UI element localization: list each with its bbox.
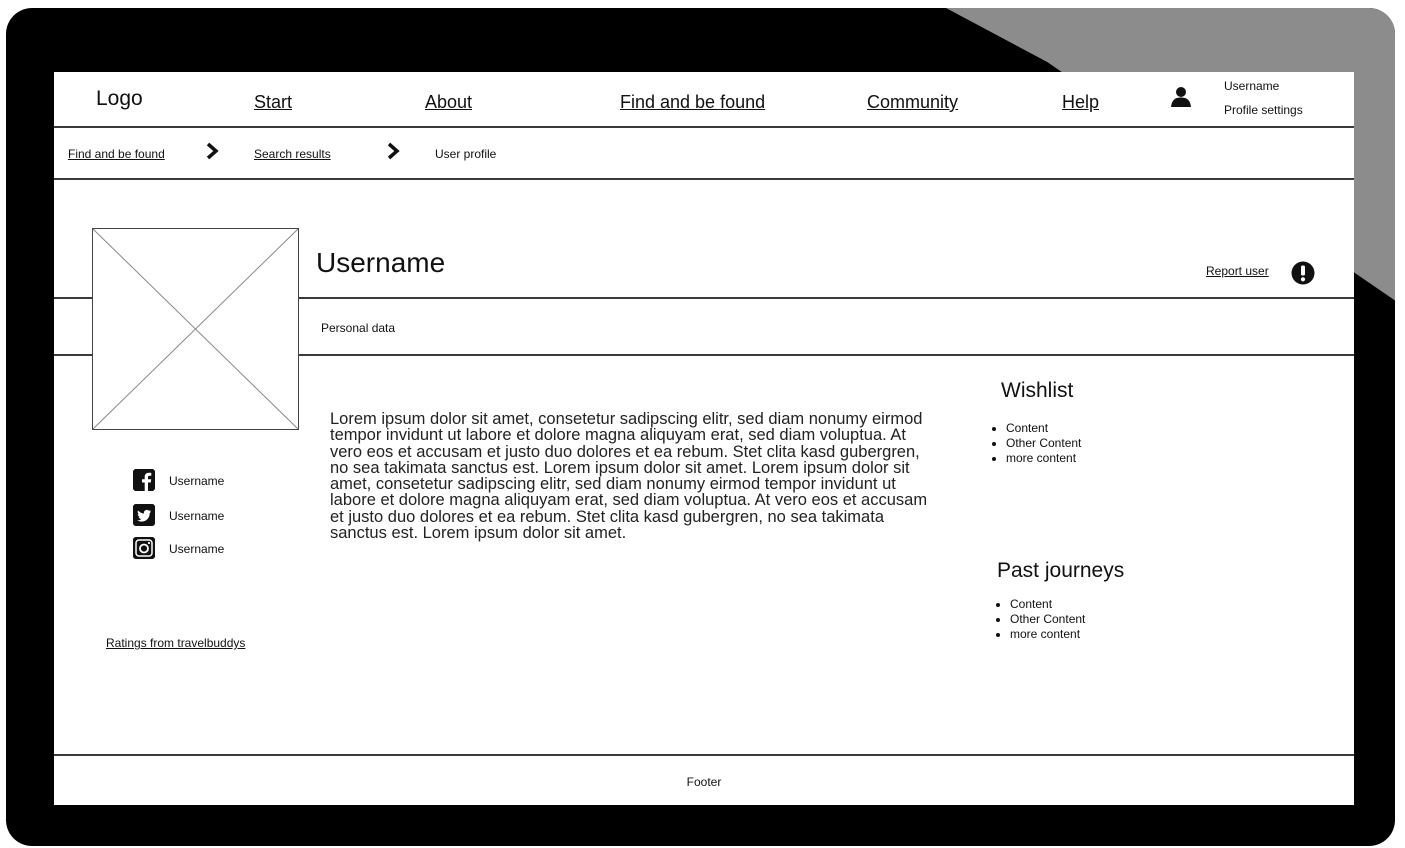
chevron-right-icon xyxy=(206,142,219,160)
nav-start[interactable]: Start xyxy=(254,92,292,113)
nav-find-and-be-found[interactable]: Find and be found xyxy=(620,92,765,113)
breadcrumb-find-and-be-found[interactable]: Find and be found xyxy=(68,147,165,161)
profile-settings-link[interactable]: Profile settings xyxy=(1224,103,1303,117)
header-divider xyxy=(54,126,1354,128)
list-item: Content xyxy=(1010,597,1085,612)
wishlist-heading: Wishlist xyxy=(1001,379,1074,402)
ratings-link[interactable]: Ratings from travelbuddys xyxy=(106,636,245,650)
user-icon[interactable] xyxy=(1170,86,1192,108)
facebook-username: Username xyxy=(169,474,225,488)
profile-bio-text: Lorem ipsum dolor sit amet, consetetur s… xyxy=(330,410,928,543)
profile-username-heading: Username xyxy=(316,247,446,278)
report-user-link[interactable]: Report user xyxy=(1206,264,1269,278)
avatar xyxy=(92,228,299,430)
nav-help[interactable]: Help xyxy=(1062,92,1099,113)
twitter-icon[interactable] xyxy=(133,504,155,526)
list-item: Content xyxy=(1006,421,1081,436)
breadcrumb-search-results[interactable]: Search results xyxy=(254,147,331,161)
image-placeholder-icon xyxy=(92,228,299,430)
footer-divider xyxy=(54,754,1354,756)
list-item: more content xyxy=(1010,627,1085,642)
footer: Footer xyxy=(686,775,722,789)
personal-data-label: Personal data xyxy=(321,321,396,335)
header-username[interactable]: Username xyxy=(1224,79,1279,93)
list-item: more content xyxy=(1006,451,1081,466)
past-journeys-heading: Past journeys xyxy=(997,559,1125,582)
logo: Logo xyxy=(96,87,143,110)
chevron-right-icon xyxy=(387,142,400,160)
list-item: Other Content xyxy=(1010,612,1085,627)
instagram-icon[interactable] xyxy=(133,537,155,559)
breadcrumb-current: User profile xyxy=(435,147,497,161)
nav-community[interactable]: Community xyxy=(867,92,958,113)
wishlist-list: Content Other Content more content xyxy=(992,421,1081,466)
twitter-username: Username xyxy=(169,509,225,523)
wireframe-screen: Logo Start About Find and be found Commu… xyxy=(54,72,1354,805)
facebook-icon[interactable] xyxy=(133,469,155,491)
alert-icon[interactable] xyxy=(1291,261,1315,285)
nav-about[interactable]: About xyxy=(425,92,472,113)
list-item: Other Content xyxy=(1006,436,1081,451)
past-journeys-list: Content Other Content more content xyxy=(996,597,1085,642)
breadcrumb-divider xyxy=(54,178,1354,180)
tablet-frame: Logo Start About Find and be found Commu… xyxy=(6,8,1395,846)
instagram-username: Username xyxy=(169,542,225,556)
